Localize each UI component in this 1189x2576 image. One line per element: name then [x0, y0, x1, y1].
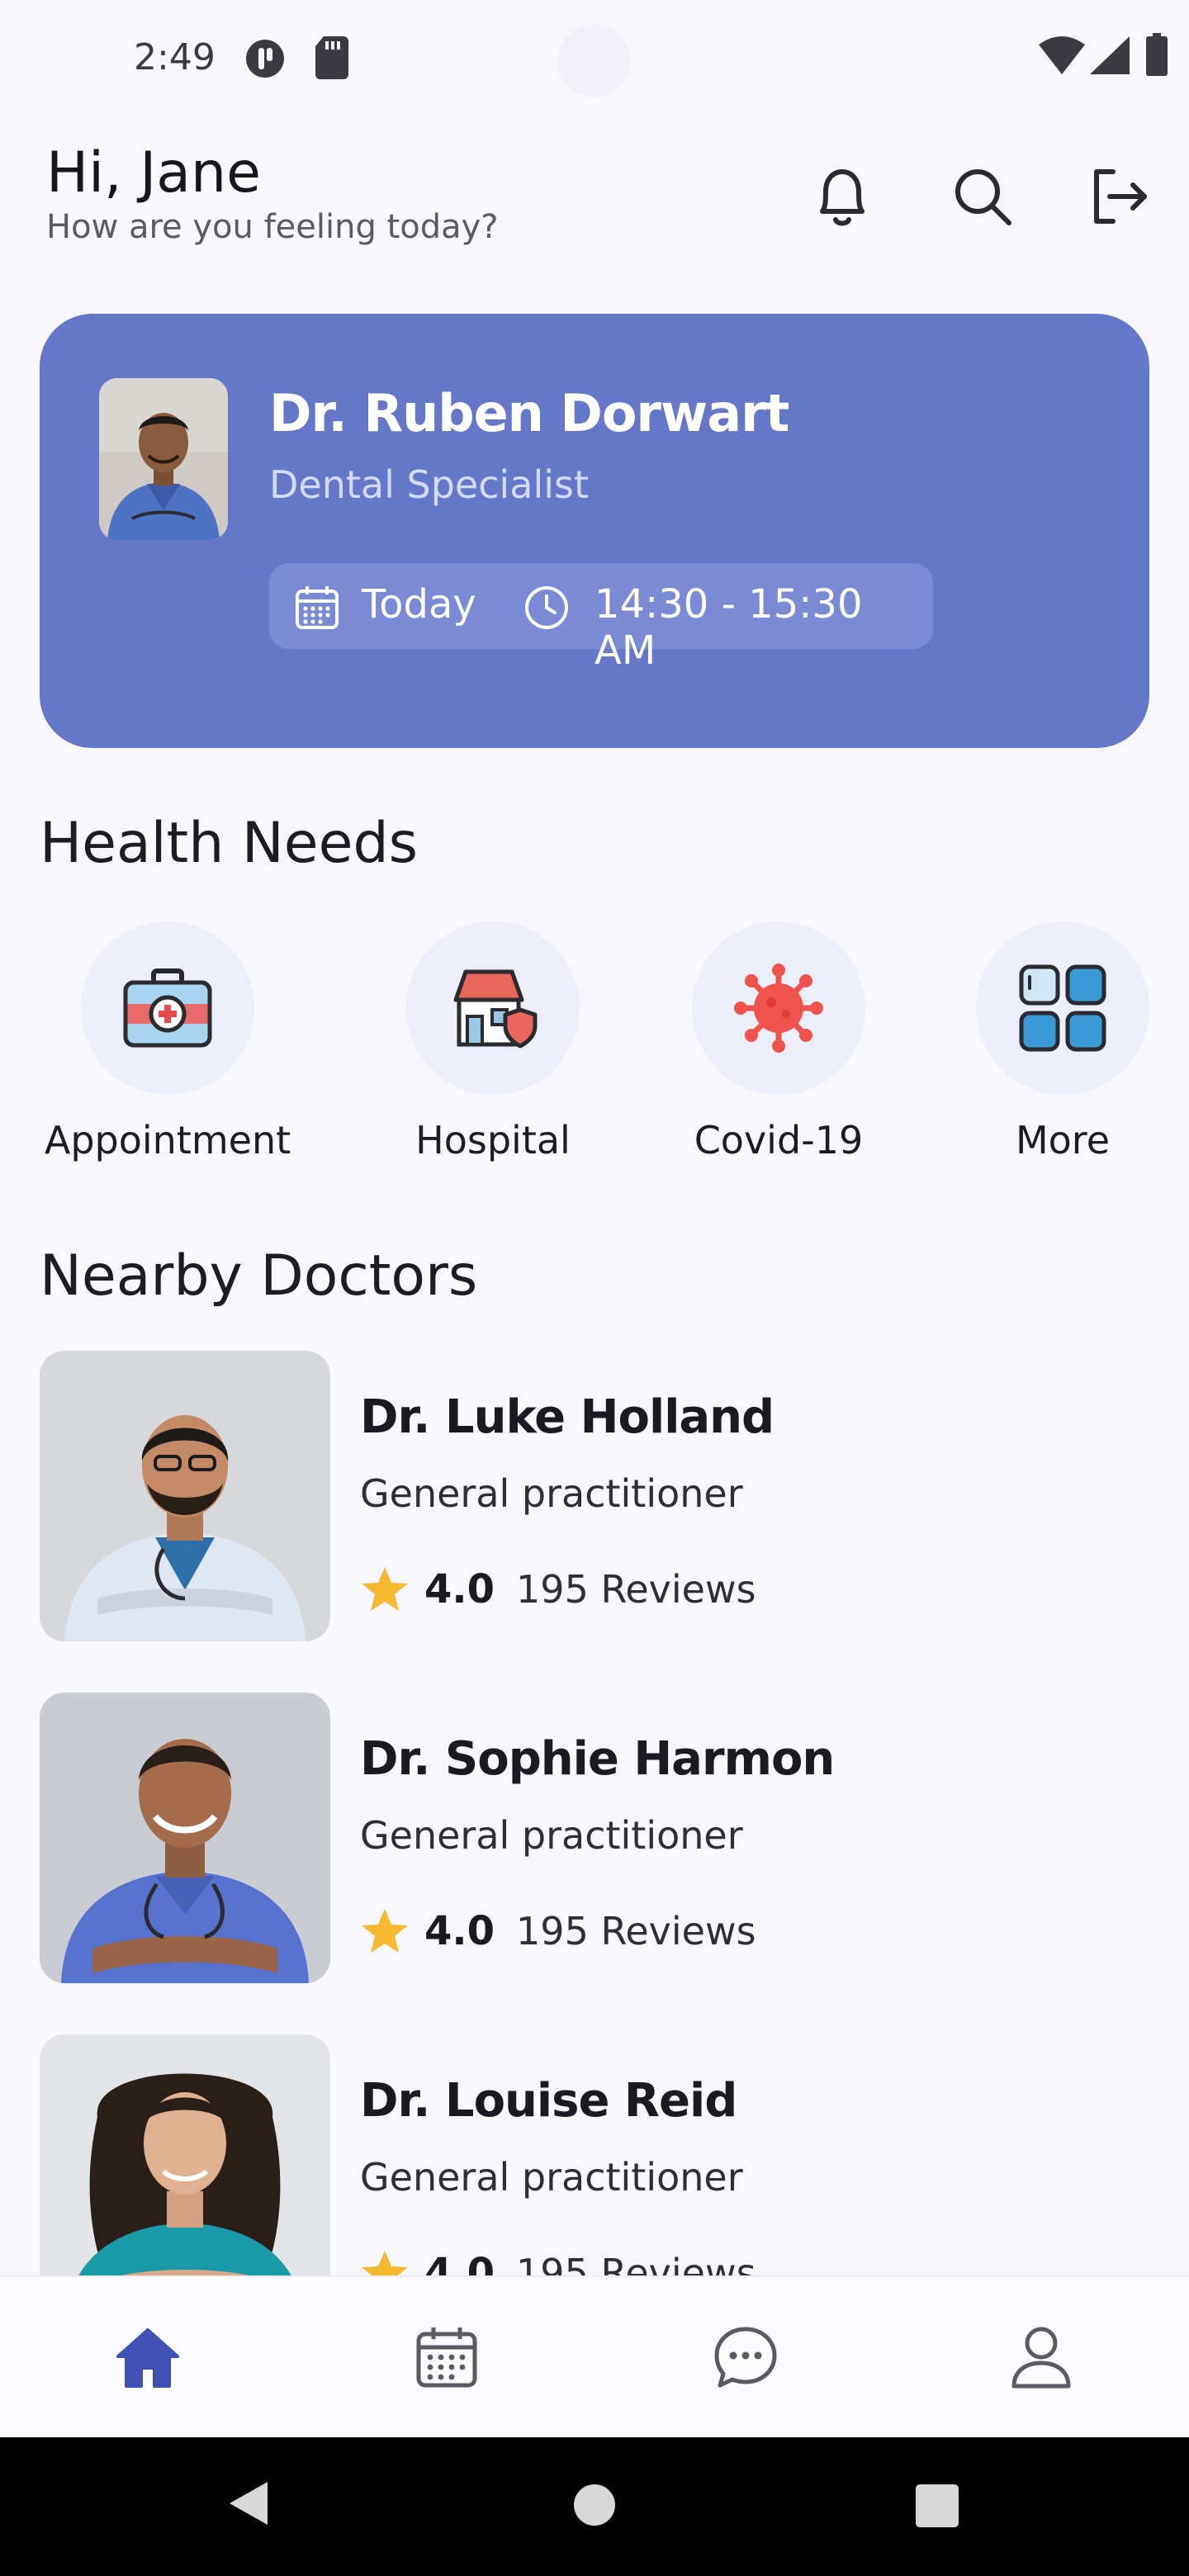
virus-icon — [734, 964, 823, 1053]
greeting: Hi, Jane — [46, 140, 261, 206]
doctor-rating: 4.0 — [424, 2250, 495, 2275]
battery-icon — [1146, 33, 1168, 79]
camera-cutout — [558, 25, 631, 97]
logout-button[interactable] — [1078, 155, 1161, 238]
need-appointment-circle — [81, 921, 254, 1095]
notification-app-icon — [244, 38, 286, 83]
appointment-schedule-pill: Today 14:30 - 15:30 AM — [269, 563, 933, 674]
doctor-card[interactable]: Dr. Louise Reid General practitioner 4.0… — [40, 2034, 1149, 2275]
profile-icon — [1011, 2327, 1071, 2389]
need-more-circle — [976, 921, 1149, 1095]
doctor-specialty: General practitioner — [360, 1813, 743, 1858]
doctor-photo — [40, 1351, 330, 1641]
status-bar: 2:49 — [0, 0, 1189, 112]
search-icon — [955, 169, 1011, 225]
star-icon — [362, 1909, 408, 1953]
bell-icon — [820, 169, 865, 226]
doctor-name: Dr. Luke Holland — [360, 1390, 775, 1444]
nav-chat-button[interactable] — [700, 2312, 791, 2403]
doctor-name: Dr. Louise Reid — [360, 2074, 737, 2128]
doctor-avatar — [99, 378, 228, 540]
need-appointment-button[interactable] — [81, 921, 254, 1095]
doctor-rating-row: 4.0 195 Reviews — [360, 2249, 756, 2275]
recents-button[interactable] — [915, 2484, 959, 2531]
doctor-rating: 4.0 — [424, 1566, 495, 1612]
appointment-time: 14:30 - 15:30 AM — [594, 581, 863, 674]
need-more-label: More — [1015, 1118, 1111, 1163]
star-icon — [362, 2251, 408, 2275]
home-system-button[interactable] — [573, 2484, 616, 2530]
wifi-icon — [1039, 36, 1085, 78]
star-icon — [362, 1567, 408, 1611]
doctor-specialty: General practitioner — [360, 2155, 743, 2200]
need-covid-label: Covid-19 — [694, 1118, 864, 1163]
need-covid-button[interactable] — [692, 921, 865, 1095]
medical-kit-icon — [123, 968, 212, 1048]
notifications-button[interactable] — [801, 155, 883, 238]
doctor-photo — [40, 1693, 330, 1983]
doctor-reviews: 195 Reviews — [516, 1909, 756, 1953]
logout-icon — [1094, 169, 1147, 224]
calendar-icon — [294, 585, 340, 634]
search-button[interactable] — [941, 155, 1024, 238]
appointment-doctor-specialty: Dental Specialist — [269, 462, 590, 507]
clock-icon — [523, 585, 570, 634]
nav-home-button[interactable] — [102, 2312, 193, 2403]
doctor-name: Dr. Sophie Harmon — [360, 1732, 835, 1786]
need-covid-circle — [692, 921, 865, 1095]
doctor-rating-row: 4.0 195 Reviews — [360, 1907, 756, 1955]
need-hospital-label: Hospital — [415, 1118, 571, 1163]
home-circle-icon — [574, 2484, 615, 2526]
calendar-icon — [416, 2327, 477, 2388]
doctor-reviews: 195 Reviews — [516, 1567, 756, 1612]
appointment-doctor-name: Dr. Ruben Dorwart — [269, 383, 789, 443]
nav-profile-button[interactable] — [996, 2312, 1087, 2403]
doctor-rating: 4.0 — [424, 1908, 495, 1954]
need-hospital-button[interactable] — [406, 921, 580, 1095]
hospital-icon — [453, 969, 538, 1049]
grid-icon — [1019, 964, 1106, 1052]
recents-icon — [916, 2484, 959, 2527]
need-more-button[interactable] — [976, 921, 1149, 1095]
need-hospital-circle — [406, 921, 580, 1095]
doctor-rating-row: 4.0 195 Reviews — [360, 1565, 756, 1613]
back-button[interactable] — [226, 2479, 271, 2531]
signal-icon — [1090, 36, 1130, 78]
greeting-subtitle: How are you feeling today? — [46, 208, 499, 246]
need-appointment-label: Appointment — [44, 1118, 291, 1163]
appointment-date: Today — [362, 581, 476, 627]
health-needs-title: Health Needs — [40, 811, 419, 876]
doctor-photo — [40, 2034, 330, 2275]
status-time: 2:49 — [134, 36, 216, 78]
home-icon — [116, 2328, 179, 2388]
back-icon — [230, 2482, 268, 2525]
nearby-doctors-title: Nearby Doctors — [40, 1243, 478, 1309]
sd-card-icon — [315, 36, 348, 83]
chat-icon — [714, 2327, 777, 2388]
system-navigation-bar — [0, 2437, 1189, 2576]
doctor-reviews: 195 Reviews — [516, 2251, 756, 2275]
nav-calendar-button[interactable] — [401, 2312, 492, 2403]
doctor-specialty: General practitioner — [360, 1471, 743, 1516]
